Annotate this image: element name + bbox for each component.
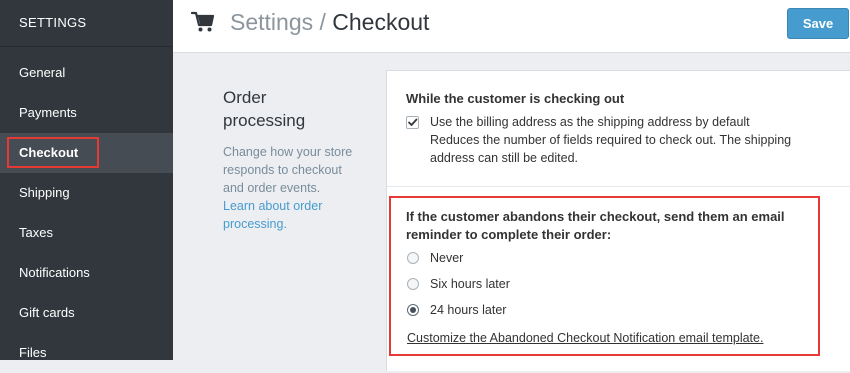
- radio-label-six-hours[interactable]: Six hours later: [430, 276, 510, 292]
- settings-sidebar: SETTINGS General Payments Checkout Shipp…: [0, 0, 173, 360]
- checkbox-hint-line-1: Reduces the number of fields required to…: [430, 133, 792, 147]
- page-title: Settings / Checkout: [230, 9, 429, 36]
- sidebar-heading: SETTINGS: [0, 0, 173, 47]
- abandon-heading-line-1: If the customer abandons their checkout,…: [406, 209, 785, 224]
- checkmark-icon: [408, 118, 418, 126]
- learn-more-link[interactable]: Learn about order processing.: [223, 199, 322, 231]
- section-title: Order processing: [223, 86, 363, 132]
- page-header: Settings / Checkout Save: [173, 0, 850, 53]
- customize-template-link[interactable]: Customize the Abandoned Checkout Notific…: [407, 331, 763, 345]
- sidebar-item-payments[interactable]: Payments: [0, 93, 173, 133]
- sidebar-item-shipping[interactable]: Shipping: [0, 173, 173, 213]
- radio-24-hours[interactable]: [407, 304, 419, 316]
- breadcrumb-current: Checkout: [332, 9, 430, 35]
- section-description-text: Change how your store responds to checko…: [223, 145, 353, 195]
- checkbox-hint: Reduces the number of fields required to…: [430, 131, 830, 167]
- billing-as-shipping-checkbox[interactable]: [406, 116, 419, 129]
- breadcrumb-separator: /: [319, 9, 326, 35]
- save-button[interactable]: Save: [787, 8, 849, 39]
- shopping-cart-icon: [190, 11, 215, 33]
- section-title-line-1: Order: [223, 88, 267, 107]
- radio-label-24-hours[interactable]: 24 hours later: [430, 302, 506, 318]
- sidebar-item-files[interactable]: Files: [0, 333, 173, 373]
- checkout-highlight-box: [7, 137, 99, 168]
- abandon-group-heading: If the customer abandons their checkout,…: [406, 208, 816, 244]
- checkout-group-heading: While the customer is checking out: [406, 91, 625, 106]
- sidebar-item-gift-cards[interactable]: Gift cards: [0, 293, 173, 333]
- sidebar-item-taxes[interactable]: Taxes: [0, 213, 173, 253]
- radio-label-never[interactable]: Never: [430, 250, 463, 266]
- card-divider: [387, 186, 850, 187]
- radio-six-hours[interactable]: [407, 278, 419, 290]
- sidebar-item-notifications[interactable]: Notifications: [0, 253, 173, 293]
- radio-never[interactable]: [407, 252, 419, 264]
- breadcrumb-parent[interactable]: Settings: [230, 9, 313, 35]
- abandon-heading-line-2: reminder to complete their order:: [406, 227, 612, 242]
- checkbox-hint-line-2: address can still be edited.: [430, 151, 579, 165]
- sidebar-item-general[interactable]: General: [0, 53, 173, 93]
- section-description: Change how your store responds to checko…: [223, 143, 353, 233]
- checkbox-label[interactable]: Use the billing address as the shipping …: [430, 113, 830, 131]
- section-title-line-2: processing: [223, 111, 306, 130]
